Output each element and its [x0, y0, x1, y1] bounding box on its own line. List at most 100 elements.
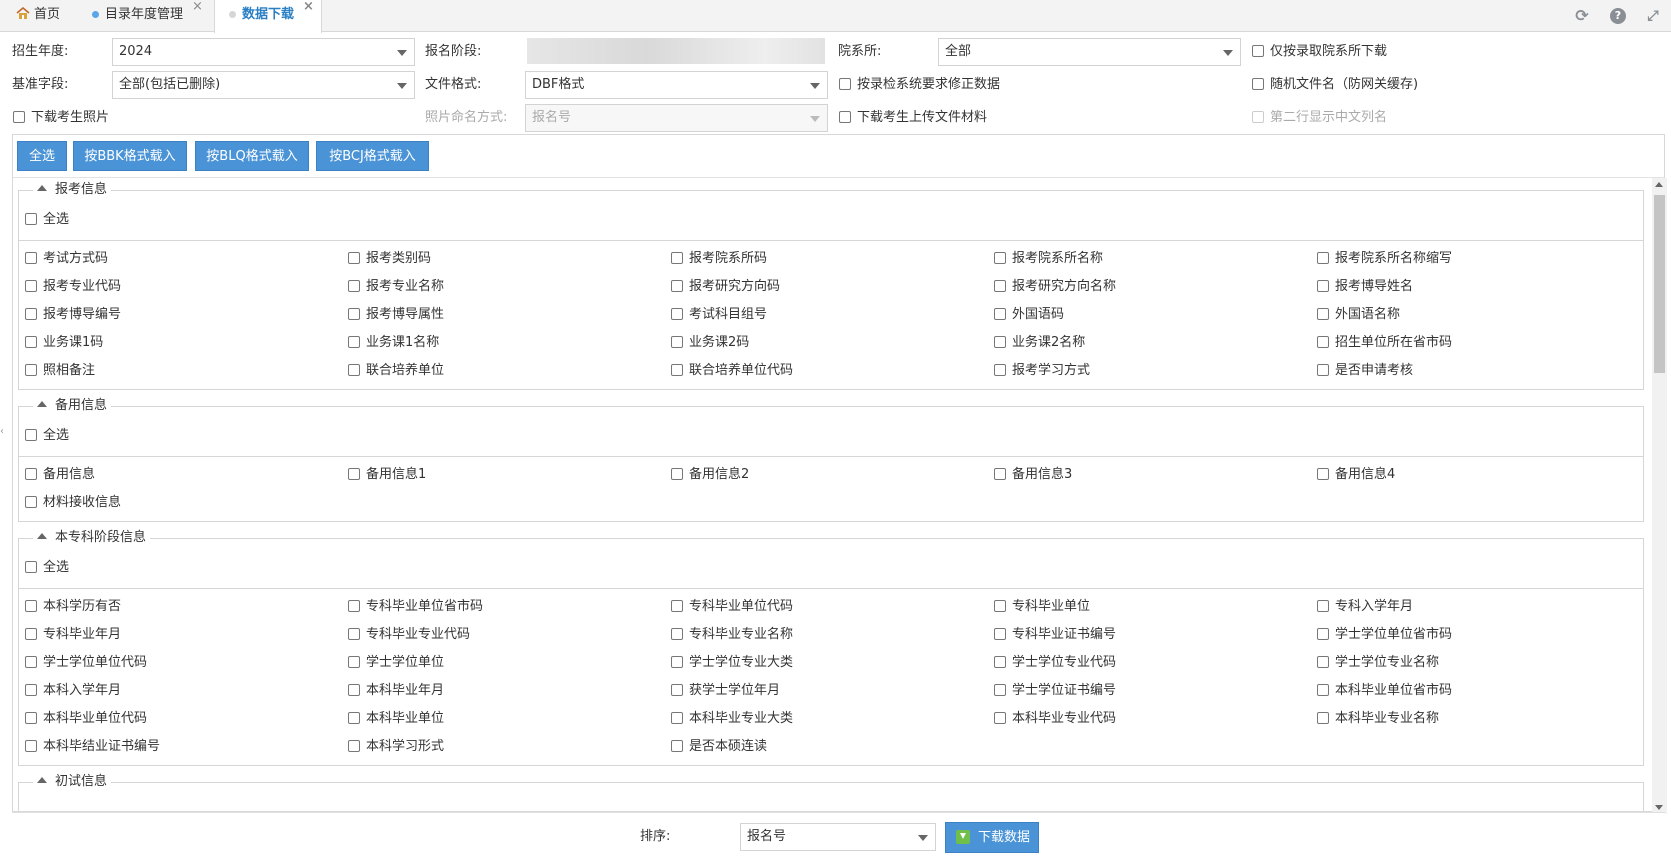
section-legend[interactable]: 报考信息 — [33, 181, 112, 199]
checkbox-box[interactable] — [348, 364, 360, 376]
section-legend[interactable]: 备用信息 — [33, 397, 112, 415]
field-checkbox[interactable]: 备用信息1 — [348, 465, 426, 485]
field-checkbox[interactable]: 本科毕业单位省市码 — [1317, 681, 1452, 701]
field-checkbox[interactable]: 报考院系所名称缩写 — [1317, 249, 1452, 269]
field-checkbox[interactable]: 学士学位专业代码 — [994, 653, 1116, 673]
only-admitted-checkbox[interactable]: 仅按录取院系所下载 — [1252, 42, 1387, 62]
checkbox-box[interactable] — [671, 684, 683, 696]
field-checkbox[interactable]: 报考学习方式 — [994, 361, 1090, 381]
close-icon[interactable]: × — [303, 0, 314, 22]
field-checkbox[interactable]: 业务课2名称 — [994, 333, 1085, 353]
scroll-down-icon[interactable] — [1655, 805, 1663, 810]
checkbox-box[interactable] — [1252, 111, 1264, 123]
field-checkbox[interactable]: 本科学习形式 — [348, 737, 444, 757]
collapse-triangle-icon[interactable] — [37, 533, 47, 539]
field-checkbox[interactable]: 联合培养单位代码 — [671, 361, 793, 381]
checkbox-box[interactable] — [1317, 308, 1329, 320]
field-checkbox[interactable]: 考试方式码 — [25, 249, 108, 269]
field-scroll-area[interactable]: 报考信息 全选 考试方式码 报考类别码 报考院系所码 报考院系所名称 报考院系所名称缩写 报考… — [14, 178, 1650, 814]
checkbox-box[interactable] — [25, 252, 37, 264]
field-checkbox[interactable]: 材料接收信息 — [25, 493, 121, 513]
field-checkbox[interactable]: 本科毕业专业大类 — [671, 709, 793, 729]
field-checkbox[interactable]: 学士学位专业名称 — [1317, 653, 1439, 673]
checkbox-box[interactable] — [348, 280, 360, 292]
fix-data-checkbox[interactable]: 按录检系统要求修正数据 — [839, 75, 1000, 95]
checkbox-box[interactable] — [25, 336, 37, 348]
field-checkbox[interactable]: 报考专业代码 — [25, 277, 121, 297]
field-checkbox[interactable]: 是否本硕连读 — [671, 737, 767, 757]
checkbox-box[interactable] — [1317, 252, 1329, 264]
checkbox-box[interactable] — [671, 600, 683, 612]
field-checkbox[interactable]: 本科毕业专业代码 — [994, 709, 1116, 729]
collapse-triangle-icon[interactable] — [37, 401, 47, 407]
field-checkbox[interactable]: 是否申请考核 — [1317, 361, 1413, 381]
checkbox-box[interactable] — [994, 468, 1006, 480]
checkbox-box[interactable] — [839, 111, 851, 123]
collapse-triangle-icon[interactable] — [37, 185, 47, 191]
field-checkbox[interactable]: 备用信息2 — [671, 465, 749, 485]
checkbox-box[interactable] — [1317, 336, 1329, 348]
field-checkbox[interactable]: 学士学位单位代码 — [25, 653, 147, 673]
scrollbar-thumb[interactable] — [1654, 195, 1665, 373]
close-icon[interactable]: × — [192, 0, 203, 22]
field-checkbox[interactable]: 本科毕业年月 — [348, 681, 444, 701]
dept-select[interactable]: 全部 — [938, 38, 1241, 66]
sort-select[interactable]: 报名号 — [740, 823, 936, 851]
checkbox-box[interactable] — [994, 280, 1006, 292]
field-checkbox[interactable]: 报考博导编号 — [25, 305, 121, 325]
checkbox-box[interactable] — [25, 740, 37, 752]
field-checkbox[interactable]: 专科毕业年月 — [25, 625, 121, 645]
checkbox-box[interactable] — [671, 628, 683, 640]
checkbox-box[interactable] — [671, 468, 683, 480]
checkbox-box[interactable] — [1317, 712, 1329, 724]
field-checkbox[interactable]: 备用信息3 — [994, 465, 1072, 485]
field-checkbox[interactable]: 报考博导姓名 — [1317, 277, 1413, 297]
field-checkbox[interactable]: 专科毕业专业代码 — [348, 625, 470, 645]
field-checkbox[interactable]: 业务课1码 — [25, 333, 103, 353]
field-checkbox[interactable]: 本科毕业单位 — [348, 709, 444, 729]
checkbox-box[interactable] — [994, 684, 1006, 696]
checkbox-box[interactable] — [25, 656, 37, 668]
checkbox-box[interactable] — [1317, 628, 1329, 640]
field-checkbox[interactable]: 业务课1名称 — [348, 333, 439, 353]
checkbox-box[interactable] — [1317, 656, 1329, 668]
checkbox-box[interactable] — [671, 364, 683, 376]
checkbox-box[interactable] — [348, 252, 360, 264]
checkbox-box[interactable] — [25, 600, 37, 612]
checkbox-box[interactable] — [348, 684, 360, 696]
tab-catalog-year[interactable]: 目录年度管理 × — [92, 0, 203, 32]
checkbox-box[interactable] — [25, 712, 37, 724]
checkbox-box[interactable] — [1317, 364, 1329, 376]
field-checkbox[interactable]: 学士学位证书编号 — [994, 681, 1116, 701]
checkbox-box[interactable] — [671, 280, 683, 292]
field-checkbox[interactable]: 学士学位专业大类 — [671, 653, 793, 673]
field-checkbox[interactable]: 专科毕业专业名称 — [671, 625, 793, 645]
field-checkbox[interactable]: 备用信息 — [25, 465, 95, 485]
field-checkbox[interactable]: 外国语名称 — [1317, 305, 1400, 325]
second-row-cn-checkbox[interactable]: 第二行显示中文列名 — [1252, 108, 1387, 128]
photo-naming-select[interactable]: 报名号 — [525, 104, 828, 132]
tab-home[interactable]: 首页 — [16, 0, 60, 32]
checkbox-box[interactable] — [348, 308, 360, 320]
field-checkbox[interactable]: 备用信息4 — [1317, 465, 1395, 485]
checkbox-box[interactable] — [671, 336, 683, 348]
checkbox-box[interactable] — [671, 712, 683, 724]
field-checkbox[interactable]: 本科毕结业证书编号 — [25, 737, 160, 757]
checkbox-box[interactable] — [25, 561, 37, 573]
checkbox-box[interactable] — [25, 213, 37, 225]
load-blq-button[interactable]: 按BLQ格式载入 — [195, 141, 309, 171]
collapse-handle-icon[interactable]: ‹ — [0, 425, 6, 439]
field-checkbox[interactable]: 专科毕业证书编号 — [994, 625, 1116, 645]
download-photo-checkbox[interactable]: 下载考生照片 — [13, 108, 109, 128]
select-all-button[interactable]: 全选 — [17, 141, 67, 171]
field-checkbox[interactable]: 照相备注 — [25, 361, 95, 381]
checkbox-box[interactable] — [994, 628, 1006, 640]
stage-value-redacted[interactable] — [527, 38, 825, 64]
field-checkbox[interactable]: 考试科目组号 — [671, 305, 767, 325]
checkbox-box[interactable] — [1317, 600, 1329, 612]
field-checkbox[interactable]: 外国语码 — [994, 305, 1064, 325]
fullscreen-icon[interactable]: ⤢ — [1645, 8, 1661, 24]
checkbox-box[interactable] — [25, 364, 37, 376]
section-legend[interactable]: 本专科阶段信息 — [33, 529, 151, 547]
refresh-icon[interactable]: ⟳ — [1574, 8, 1590, 24]
